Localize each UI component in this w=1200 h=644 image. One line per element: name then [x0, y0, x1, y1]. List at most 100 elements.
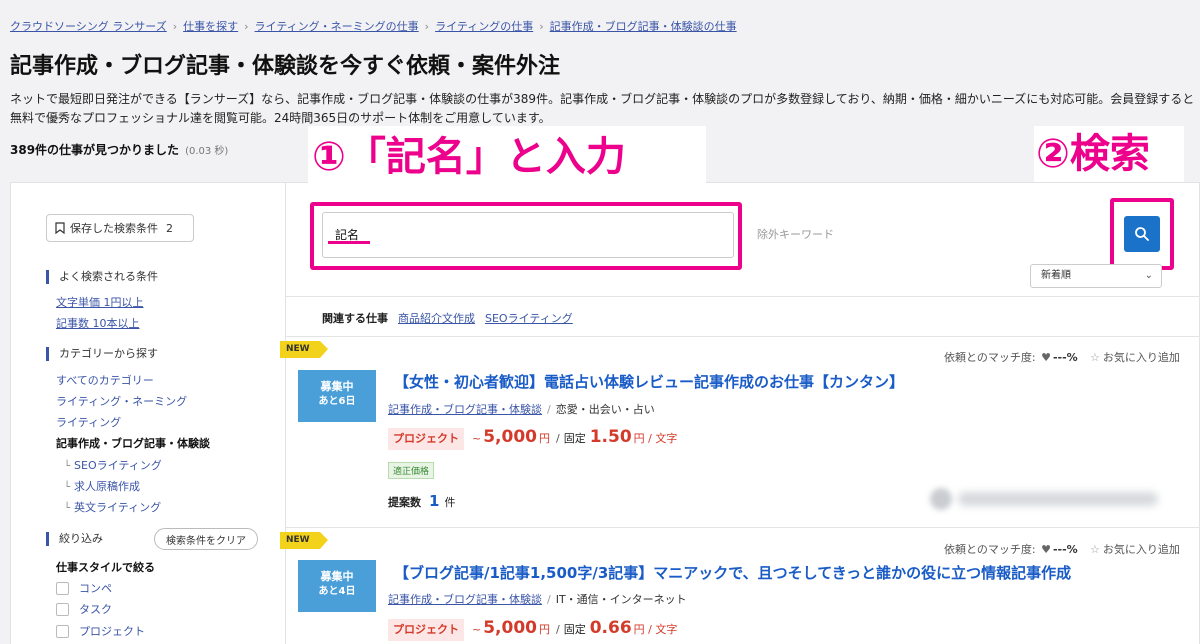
client-info-blurred	[930, 488, 1158, 510]
match-score: 依頼とのマッチ度: ♥ ---%	[944, 541, 1078, 557]
price-unit: 円	[539, 432, 550, 445]
breadcrumb-item[interactable]: 記事作成・ブログ記事・体験談の仕事	[550, 20, 737, 33]
filter-section-title: 絞り込み	[46, 532, 103, 546]
bookmark-icon	[55, 222, 65, 234]
unit-price-label: 円 / 文字	[633, 623, 678, 636]
job-tag: 恋愛・出会い・占い	[555, 403, 655, 416]
result-count: 389件の仕事が見つかりました (0.03 秒)	[10, 141, 228, 158]
divider	[286, 336, 1200, 337]
breadcrumb-item[interactable]: ライティング・ネーミングの仕事	[255, 20, 419, 33]
checkbox-label: タスク	[79, 603, 112, 616]
match-label: 依頼とのマッチ度:	[944, 351, 1036, 364]
job-category-link[interactable]: 記事作成・ブログ記事・体験談	[388, 403, 542, 416]
saved-search-label: 保存した検索条件	[70, 222, 158, 235]
annotation-step1: ①「記名」と入力	[308, 126, 706, 188]
job-remaining-days: あと6日	[318, 396, 356, 407]
clear-conditions-button[interactable]: 検索条件をクリア	[154, 528, 258, 550]
sort-select[interactable]: 新着順 ⌄	[1030, 264, 1162, 288]
annotation-step2: ②検索	[1034, 126, 1184, 182]
breadcrumb-separator: ›	[172, 20, 178, 33]
category-current: 記事作成・ブログ記事・体験談	[56, 437, 210, 450]
unit-price-value: 0.66	[589, 618, 632, 638]
proposals-label: 提案数	[388, 496, 421, 509]
category-separator: /	[547, 403, 551, 416]
job-category: 記事作成・ブログ記事・体験談 / 恋愛・出会い・占い	[388, 401, 655, 417]
category-section-title: カテゴリーから探す	[46, 347, 158, 361]
related-jobs: 関連する仕事 商品紹介文作成 SEOライティング	[322, 310, 583, 326]
related-job-link[interactable]: SEOライティング	[485, 312, 573, 325]
job-status-box: 募集中 あと6日	[298, 370, 376, 422]
related-job-link[interactable]: 商品紹介文作成	[398, 312, 475, 325]
new-badge: NEW	[280, 341, 328, 358]
exclude-keyword-input[interactable]: 除外キーワード	[746, 212, 1110, 258]
job-status-box: 募集中あと4日	[298, 560, 376, 612]
subcategory-link[interactable]: SEOライティング	[64, 457, 162, 473]
job-title-link[interactable]: 【女性・初心者歓迎】電話占い体験レビュー記事作成のお仕事【カンタン】	[394, 371, 904, 392]
subcategory-link[interactable]: 英文ライティング	[64, 499, 161, 515]
popular-conditions-title: よく検索される条件	[46, 270, 158, 284]
breadcrumb-item[interactable]: クラウドソーシング ランサーズ	[10, 20, 167, 33]
saved-search-button[interactable]: 保存した検索条件 2	[46, 214, 194, 242]
annotation-frame-keyword	[310, 202, 742, 270]
checkbox[interactable]	[56, 581, 69, 595]
annotation-frame-search-button	[1110, 198, 1174, 270]
sidebar: 保存した検索条件 2 よく検索される条件 文字単価 1円以上 記事数 10本以上…	[10, 182, 286, 644]
breadcrumb-item[interactable]: 仕事を探す	[183, 20, 238, 33]
price-prefix: ~	[472, 623, 482, 636]
result-count-text: 389件の仕事が見つかりました	[10, 143, 180, 157]
popular-condition-link[interactable]: 文字単価 1円以上	[56, 294, 144, 310]
breadcrumb-separator: ›	[244, 20, 249, 33]
favorite-label: お気に入り追加	[1102, 543, 1180, 556]
category-link-writing[interactable]: ライティング	[56, 414, 121, 430]
checkbox[interactable]	[56, 624, 69, 638]
checkbox[interactable]	[56, 602, 69, 616]
match-value: ---%	[1052, 543, 1078, 556]
fixed-label: 固定	[563, 623, 586, 636]
blurred-text	[958, 492, 1158, 506]
category-link-all[interactable]: すべてのカテゴリー	[56, 372, 154, 388]
match-label: 依頼とのマッチ度:	[944, 543, 1036, 556]
work-style-title: 仕事スタイルで絞る	[56, 561, 155, 574]
style-checkbox-competition[interactable]: コンペ	[56, 580, 112, 596]
popular-condition-link[interactable]: 記事数 10本以上	[56, 315, 140, 331]
price-prefix: ~	[472, 432, 482, 445]
job-title-link[interactable]: 【ブログ記事/1記事1,500字/3記事】マニアックで、且つそしてきっと誰かの役…	[394, 562, 1071, 583]
job-remaining-days: あと4日	[318, 586, 356, 597]
fair-price-badge: 適正価格	[388, 462, 435, 479]
job-price: プロジェクト ~5,000 円 / 固定 0.66 円 / 文字	[388, 618, 679, 641]
price-separator: /	[556, 432, 560, 445]
job-tag: IT・通信・インターネット	[555, 593, 687, 606]
favorite-button[interactable]: ☆ お気に入り追加	[1090, 541, 1180, 557]
breadcrumb-item[interactable]: ライティングの仕事	[435, 20, 533, 33]
star-icon: ☆	[1090, 351, 1100, 364]
price-value: 5,000	[483, 427, 537, 447]
checkbox-label: プロジェクト	[79, 625, 145, 638]
breadcrumb-separator: ›	[539, 20, 544, 33]
proposals-unit: 件	[444, 496, 456, 509]
divider	[286, 296, 1200, 297]
sort-selected: 新着順	[1041, 270, 1071, 281]
job-status: 募集中	[320, 570, 354, 583]
category-link-writing-naming[interactable]: ライティング・ネーミング	[56, 393, 187, 409]
style-checkbox-task[interactable]: タスク	[56, 601, 112, 617]
job-category: 記事作成・ブログ記事・体験談 / IT・通信・インターネット	[388, 591, 687, 607]
proposals-number: 1	[429, 492, 440, 510]
checkbox-label: コンペ	[79, 582, 112, 595]
favorite-button[interactable]: ☆ お気に入り追加	[1090, 349, 1180, 365]
related-jobs-label: 関連する仕事	[322, 312, 388, 325]
heart-icon: ♥	[1041, 543, 1051, 556]
chevron-down-icon: ⌄	[1144, 270, 1153, 281]
category-separator: /	[547, 593, 551, 606]
price-separator: /	[556, 623, 560, 636]
style-checkbox-project[interactable]: プロジェクト	[56, 623, 145, 639]
subcategory-link[interactable]: 求人原稿作成	[64, 478, 140, 494]
breadcrumb: クラウドソーシング ランサーズ › 仕事を探す › ライティング・ネーミングの仕事 › ライ…	[10, 18, 737, 34]
job-price: プロジェクト ~5,000 円 / 固定 1.50 円 / 文字	[388, 427, 679, 450]
unit-price-label: 円 / 文字	[633, 432, 678, 445]
job-type-badge: プロジェクト	[388, 428, 464, 450]
heart-icon: ♥	[1041, 351, 1051, 364]
divider	[286, 527, 1200, 528]
new-badge: NEW	[280, 532, 328, 549]
job-category-link[interactable]: 記事作成・ブログ記事・体験談	[388, 593, 542, 606]
unit-price-value: 1.50	[589, 427, 632, 447]
